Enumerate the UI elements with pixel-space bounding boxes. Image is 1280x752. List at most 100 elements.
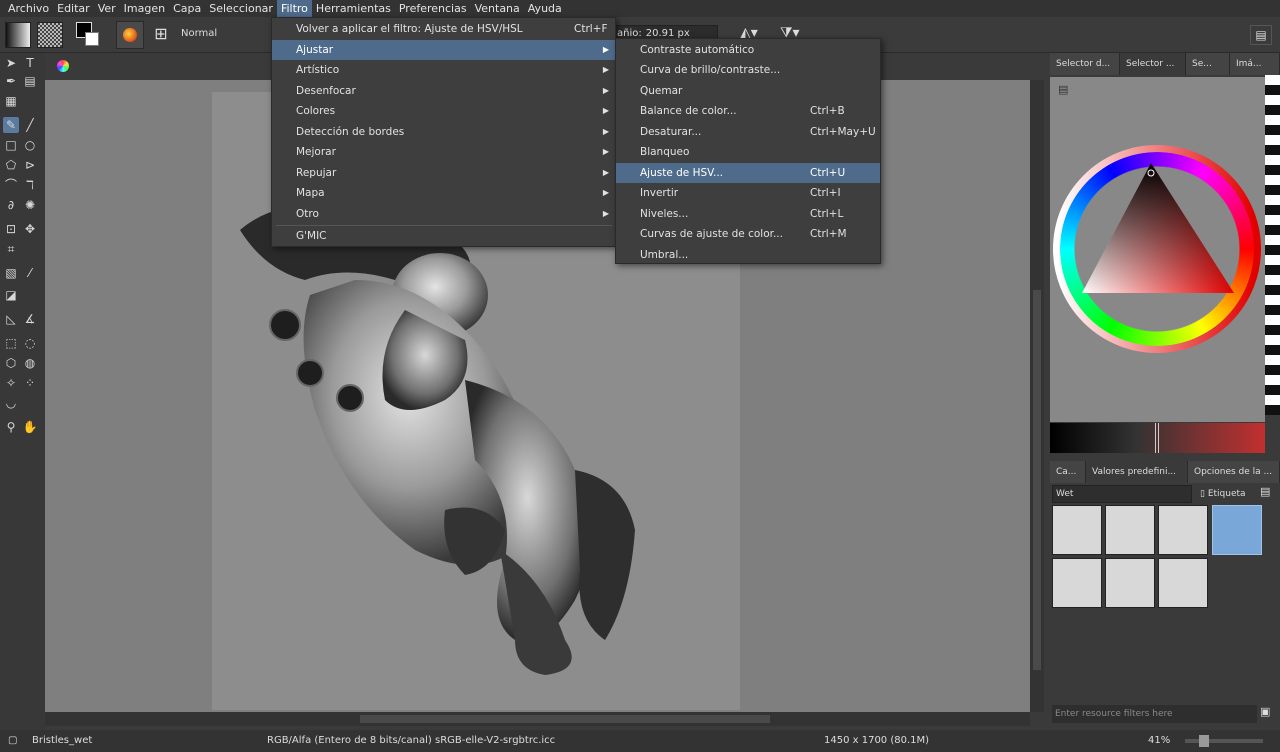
resource-filter-input[interactable]: Enter resource filters here xyxy=(1052,705,1257,723)
filter-menu-gmic[interactable]: G'MIC xyxy=(272,226,615,246)
polygon-tool-icon[interactable]: ⬠ xyxy=(3,157,19,173)
horizontal-scrollbar[interactable] xyxy=(45,712,1030,726)
polyline-tool-icon[interactable]: ⊳ xyxy=(22,157,38,173)
background-color[interactable] xyxy=(85,32,99,46)
contiguous-select-icon[interactable]: ✧ xyxy=(3,375,19,391)
polygon-select-icon[interactable]: ⬡ xyxy=(3,355,19,371)
gradient-tool-icon[interactable]: ▧ xyxy=(3,265,19,281)
adjust-item[interactable]: Curva de brillo/contraste... xyxy=(616,60,880,80)
menu-herramientas[interactable]: Herramientas xyxy=(312,0,395,17)
adjust-item[interactable]: Invertir Ctrl+I xyxy=(616,183,880,203)
filter-menu-mapa[interactable]: Mapa ▶ xyxy=(272,183,615,203)
gradient-selector[interactable] xyxy=(5,22,31,48)
tab-tool-options[interactable]: Opciones de la ... xyxy=(1188,461,1280,483)
pan-tool-icon[interactable]: ✋ xyxy=(22,419,38,435)
adjust-item[interactable]: Desaturar... Ctrl+May+U xyxy=(616,122,880,142)
filter-menu-artistico[interactable]: Artístico ▶ xyxy=(272,60,615,80)
color-picker-icon[interactable]: ⁄ xyxy=(22,265,38,281)
color-selector-panel[interactable]: ▤ xyxy=(1050,77,1265,422)
color-history-strip[interactable] xyxy=(1265,75,1280,415)
brush-preset[interactable] xyxy=(1105,505,1155,555)
menu-filtro[interactable]: Filtro xyxy=(276,0,312,17)
brush-preset[interactable] xyxy=(1158,558,1208,608)
grid-icon[interactable]: ⊞ xyxy=(150,23,172,45)
tab-brush-presets[interactable]: Valores predefini... xyxy=(1086,461,1188,483)
adjust-item[interactable]: Blanqueo xyxy=(616,142,880,162)
brush-preset[interactable] xyxy=(1105,558,1155,608)
pattern-edit-icon[interactable]: ▦ xyxy=(3,93,19,109)
transform-tool-icon[interactable]: ⊡ xyxy=(3,221,19,237)
tab-image[interactable]: Imá... xyxy=(1230,53,1280,75)
assistant-tool-icon[interactable]: ◺ xyxy=(3,311,19,327)
adjust-item[interactable]: Niveles... Ctrl+L xyxy=(616,204,880,224)
freehand-brush-icon[interactable]: ✎ xyxy=(3,117,19,133)
blend-mode-select[interactable]: Normal xyxy=(178,25,270,43)
edit-shapes-icon[interactable]: ✒ xyxy=(3,73,19,89)
color-settings-icon[interactable]: ▤ xyxy=(1058,83,1068,96)
menu-ver[interactable]: Ver xyxy=(94,0,120,17)
freehand-path-icon[interactable]: ℸ xyxy=(22,177,38,193)
menu-ayuda[interactable]: Ayuda xyxy=(524,0,566,17)
color-wheel[interactable] xyxy=(1050,77,1265,422)
menu-imagen[interactable]: Imagen xyxy=(120,0,169,17)
adjust-item[interactable]: Curvas de ajuste de color... Ctrl+M xyxy=(616,224,880,244)
brush-preset[interactable] xyxy=(1158,505,1208,555)
saturation-slider[interactable] xyxy=(1050,423,1265,453)
filter-menu-ajustar[interactable]: Ajustar ▶ xyxy=(272,40,615,60)
similar-select-icon[interactable]: ⁘ xyxy=(22,375,38,391)
move-tool-icon[interactable]: ✥ xyxy=(22,221,38,237)
save-icon[interactable]: ▣ xyxy=(1260,705,1278,723)
tab-layers[interactable]: Ca... xyxy=(1050,461,1086,483)
menu-seleccionar[interactable]: Seleccionar xyxy=(205,0,277,17)
freehand-select-icon[interactable]: ◍ xyxy=(22,355,38,371)
vertical-scroll-thumb[interactable] xyxy=(1033,290,1041,670)
filter-menu-desenfocar[interactable]: Desenfocar ▶ xyxy=(272,81,615,101)
text-tool-icon[interactable]: T xyxy=(22,55,38,71)
ellipse-tool-icon[interactable]: ○ xyxy=(22,137,38,153)
menu-archivo[interactable]: Archivo xyxy=(4,0,53,17)
foreground-background-colors[interactable] xyxy=(76,22,102,48)
saturation-slider-handle[interactable] xyxy=(1155,423,1159,453)
rectangle-tool-icon[interactable]: □ xyxy=(3,137,19,153)
menu-preferencias[interactable]: Preferencias xyxy=(395,0,471,17)
horizontal-scroll-thumb[interactable] xyxy=(360,715,770,723)
toolbar-settings-icon[interactable]: ▤ xyxy=(1250,25,1272,45)
brush-preset[interactable] xyxy=(1052,505,1102,555)
brush-preset[interactable] xyxy=(1052,558,1102,608)
filter-menu-mejorar[interactable]: Mejorar ▶ xyxy=(272,142,615,162)
adjust-item[interactable]: Balance de color... Ctrl+B xyxy=(616,101,880,121)
adjust-item[interactable]: Umbral... xyxy=(616,245,880,265)
tab-color-selector[interactable]: Selector d... xyxy=(1050,53,1120,75)
measure-tool-icon[interactable]: ∡ xyxy=(22,311,38,327)
vertical-scrollbar[interactable] xyxy=(1030,80,1044,712)
preset-filter-select[interactable]: Wet xyxy=(1052,485,1192,503)
bezier-select-icon[interactable]: ◡ xyxy=(3,395,19,411)
view-mode-icon[interactable]: ▤ xyxy=(1260,485,1278,503)
tab-se[interactable]: Se... xyxy=(1186,53,1230,75)
select-shapes-icon[interactable]: ➤ xyxy=(3,55,19,71)
tab-selector[interactable]: Selector ... xyxy=(1120,53,1186,75)
fill-tool-icon[interactable]: ◪ xyxy=(3,287,19,303)
adjust-item[interactable]: Quemar xyxy=(616,81,880,101)
calligraphy-icon[interactable]: ▤ xyxy=(22,73,38,89)
filter-menu-colores[interactable]: Colores ▶ xyxy=(272,101,615,121)
dynamic-brush-icon[interactable]: ∂ xyxy=(3,197,19,213)
reapply-filter-item[interactable]: Volver a aplicar el filtro: Ajuste de HS… xyxy=(272,19,615,39)
filter-menu-otro[interactable]: Otro ▶ xyxy=(272,204,615,224)
menu-editar[interactable]: Editar xyxy=(53,0,94,17)
pattern-selector[interactable] xyxy=(37,22,63,48)
filter-menu-repujar[interactable]: Repujar ▶ xyxy=(272,163,615,183)
ellipse-select-icon[interactable]: ◌ xyxy=(22,335,38,351)
multibrush-icon[interactable]: ✺ xyxy=(22,197,38,213)
adjust-item-hsv[interactable]: Ajuste de HSV... Ctrl+U xyxy=(616,163,880,183)
zoom-slider[interactable] xyxy=(1185,735,1263,747)
bezier-tool-icon[interactable]: ⌒ xyxy=(3,177,19,193)
filter-menu-deteccion-bordes[interactable]: Detección de bordes ▶ xyxy=(272,122,615,142)
menu-ventana[interactable]: Ventana xyxy=(471,0,524,17)
crop-tool-icon[interactable]: ⌗ xyxy=(3,241,19,257)
tag-button[interactable]: ▯ Etiqueta xyxy=(1200,485,1256,503)
rect-select-icon[interactable]: ⬚ xyxy=(3,335,19,351)
document-icon[interactable] xyxy=(57,60,69,72)
menu-capa[interactable]: Capa xyxy=(169,0,205,17)
brush-preset-button[interactable] xyxy=(116,21,144,49)
